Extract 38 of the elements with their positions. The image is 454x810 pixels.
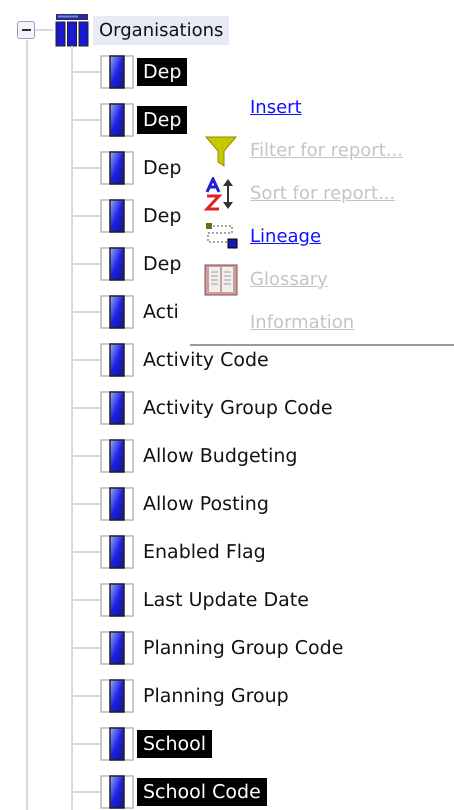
tree-node[interactable]: Acti — [137, 298, 185, 326]
collapse-toggle[interactable] — [17, 21, 35, 39]
menu-item[interactable]: Insert — [250, 97, 302, 118]
tree-node[interactable]: Allow Budgeting — [137, 442, 304, 470]
tree-node[interactable]: Activity Code — [137, 346, 275, 374]
tree-node[interactable]: School — [137, 730, 212, 758]
tree-node[interactable]: Organisations — [93, 16, 230, 44]
tree-node[interactable]: Allow Posting — [137, 490, 275, 518]
column-icon — [100, 487, 134, 521]
tree-node[interactable]: Dep — [137, 58, 188, 86]
column-icon — [100, 583, 134, 617]
column-icon — [100, 55, 134, 89]
column-icon — [100, 103, 134, 137]
column-icon — [100, 151, 134, 185]
column-icon — [100, 631, 134, 665]
column-icon — [100, 343, 134, 377]
column-icon — [100, 247, 134, 281]
tree-node[interactable]: School Code — [137, 778, 267, 806]
table-icon — [55, 13, 89, 47]
menu-item[interactable]: Lineage — [250, 226, 322, 247]
column-icon — [100, 295, 134, 329]
tree-node[interactable]: Enabled Flag — [137, 538, 272, 566]
funnel-icon — [204, 134, 238, 168]
tree-node[interactable]: Dep — [137, 106, 188, 134]
column-icon — [100, 439, 134, 473]
tree-node[interactable]: Planning Group — [137, 682, 295, 710]
book-icon — [204, 262, 238, 296]
column-icon — [100, 535, 134, 569]
column-icon — [100, 727, 134, 761]
column-icon — [100, 391, 134, 425]
tree-node[interactable]: Dep — [137, 250, 188, 278]
tree-node[interactable]: Planning Group Code — [137, 634, 350, 662]
tree-node[interactable]: Activity Group Code — [137, 394, 339, 422]
column-icon — [100, 679, 134, 713]
tree-node[interactable]: Dep — [137, 202, 188, 230]
tree-node[interactable]: Dep — [137, 154, 188, 182]
tree-node[interactable]: Last Update Date — [137, 586, 315, 614]
column-icon — [100, 199, 134, 233]
